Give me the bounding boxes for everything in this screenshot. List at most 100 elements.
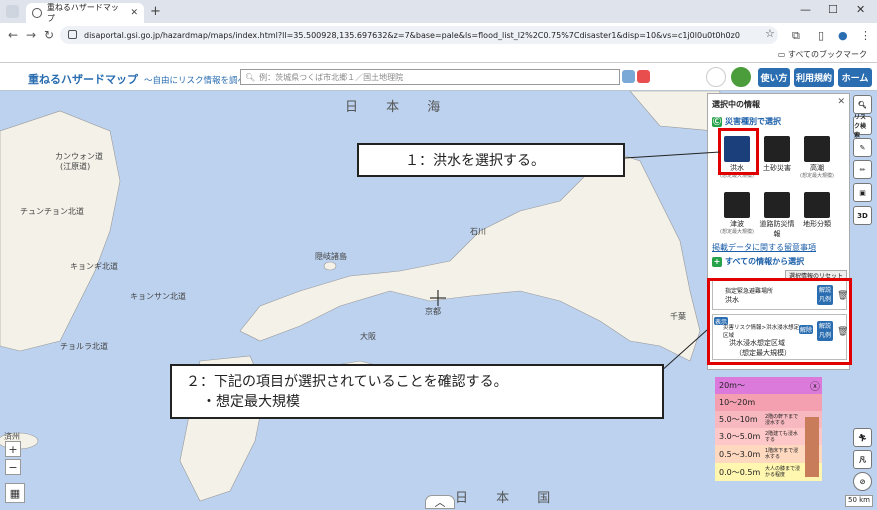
legend-close-icon[interactable]: ⓧ (810, 378, 820, 393)
disaster-label-road: 道路防災情報 (759, 220, 795, 238)
place-label: チュンチョン北道 (20, 207, 84, 216)
back-icon[interactable]: ← (8, 28, 18, 42)
briefcase-icon[interactable]: ▣ (853, 183, 872, 202)
compass-icon[interactable]: ⊘ (853, 472, 872, 491)
place-label: 隠岐諸島 (315, 252, 347, 261)
tab-search-icon[interactable] (6, 5, 19, 18)
disaster-label-terrain: 地形分類 (803, 220, 831, 228)
all-info-label: すべての情報から選択 (725, 257, 805, 266)
flood-depth-legend: 20m〜 ⓧ 10〜20m 5.0〜10m 2階の軒下まで浸水する 3.0〜5.0m… (715, 377, 822, 481)
place-label: (江原道) (60, 162, 91, 171)
tsunami-icon[interactable] (724, 192, 750, 218)
place-label: 石川 (470, 227, 486, 236)
road-disaster-icon[interactable] (764, 192, 790, 218)
house-illustration-icon (805, 417, 819, 477)
app-header: 重ねるハザードマップ 〜自由にリスク情報を調べる〜 🔍︎ 例：茨城県つくば市北郷１… (0, 63, 877, 91)
notice-link[interactable]: 掲載データに関する留意事項 (712, 242, 816, 253)
all-bookmarks-label: すべてのブックマーク (787, 50, 867, 59)
legend-label: 0.0〜0.5m (719, 467, 761, 477)
url-field[interactable]: disaportal.gsi.go.jp/hazardmap/maps/inde… (60, 26, 778, 44)
layer-switch-icon[interactable]: ▦ (5, 483, 25, 503)
callout-step2-line2: ・想定最大規模 (202, 394, 300, 410)
terms-button[interactable]: 利用規約 (794, 68, 834, 87)
legend-note: 大人の膝まで浸かる程度 (765, 466, 801, 478)
address-search-input[interactable]: 🔍︎ 例：茨城県つくば市北郷１／国土地理院 (240, 69, 620, 85)
place-label: 千葉 (670, 312, 686, 321)
legend-note: 2階建ても浸水する (765, 430, 798, 443)
forward-icon[interactable]: → (26, 28, 36, 42)
site-info-icon[interactable] (68, 30, 77, 39)
place-label: 大阪 (360, 332, 376, 341)
home-button[interactable]: ホーム (838, 68, 872, 87)
callout-step1: １：洪水を選択する。 (357, 143, 625, 177)
disaster-label-landslide: 土砂災害 (763, 164, 791, 172)
sea-label-japan: 日 本 海 (345, 100, 453, 115)
callout-step1-text: １：洪水を選択する。 (405, 153, 545, 169)
disaster-sub-tsunami: (想定最大規模) (720, 229, 754, 235)
tab-title: 重ねるハザードマップ (46, 3, 119, 23)
zoom-in-button[interactable]: + (5, 441, 21, 457)
terrain-icon[interactable] (804, 192, 830, 218)
land-label-japan: 日 本 国 (455, 491, 563, 506)
globe-icon (32, 8, 42, 18)
draw-icon[interactable]: ✏ (853, 160, 872, 179)
place-label: キョンギ北道 (70, 262, 118, 271)
landslide-icon[interactable] (764, 136, 790, 162)
tab-hazardmap[interactable]: 重ねるハザードマップ ✕ (26, 3, 144, 23)
legend-label: 20m〜 (719, 381, 745, 390)
close-window-icon[interactable]: ✕ (856, 3, 865, 16)
address-bar: ← → ↻ disaportal.gsi.go.jp/hazardmap/map… (0, 23, 877, 47)
legend-label: 10〜20m (719, 398, 756, 407)
by-type-header[interactable]: Ⓒ 災害種別で選択 (712, 116, 781, 127)
highlight-flood-button (718, 128, 759, 175)
cabinet-office-logo[interactable] (706, 67, 726, 87)
legend-note: 2階の軒下まで浸水する (765, 413, 799, 426)
close-tab-icon[interactable]: ✕ (130, 8, 138, 18)
by-type-label: 災害種別で選択 (725, 117, 781, 126)
reload-icon[interactable]: ↻ (44, 28, 54, 42)
panel-close-icon[interactable]: ✕ (837, 97, 845, 107)
legend-label: 0.5〜3.0m (719, 449, 761, 459)
menu-icon[interactable]: ⋮ (860, 29, 871, 42)
legend-row: 20m〜 ⓧ (715, 377, 822, 394)
callout-step2-line1: ２：下記の項目が選択されていることを確認する。 (186, 374, 508, 390)
pencil-icon[interactable]: ✎ (853, 138, 872, 157)
search-placeholder: 例：茨城県つくば市北郷１／国土地理院 (259, 72, 404, 82)
3d-button[interactable]: 3D (853, 206, 872, 225)
sidepanel-icon[interactable]: ▯ (818, 29, 824, 42)
storm-surge-icon[interactable] (804, 136, 830, 162)
clear-search-icon[interactable] (637, 70, 650, 83)
minimize-icon[interactable]: — (800, 3, 811, 16)
zoom-out-button[interactable]: − (5, 459, 21, 475)
legend-label: 5.0〜10m (719, 415, 758, 424)
new-tab-icon[interactable]: + (150, 4, 161, 19)
extensions-icon[interactable]: ⧉ (792, 29, 800, 43)
profile-icon[interactable]: ● (838, 29, 848, 42)
bookmarks-bar: ▭ すべてのブックマーク (0, 47, 877, 63)
app-title: 重ねるハザードマップ (28, 73, 138, 86)
app-logo[interactable]: 重ねるハザードマップ 〜自由にリスク情報を調べる〜 (28, 71, 263, 87)
gsi-logo[interactable] (731, 67, 751, 87)
legend-label: 3.0〜5.0m (719, 432, 761, 441)
place-label: キョンサン北道 (130, 292, 186, 301)
bookmark-star-icon[interactable]: ☆ (765, 27, 775, 40)
map-scale: 50 km (845, 495, 873, 507)
evacuation-icon[interactable]: 🏃︎ (853, 428, 872, 447)
all-bookmarks[interactable]: ▭ すべてのブックマーク (778, 49, 867, 60)
callout-step2: ２：下記の項目が選択されていることを確認する。 ・想定最大規模 (170, 364, 664, 419)
disaster-sub-surge: (想定最大規模) (800, 173, 834, 179)
risk-search-button[interactable]: リスク検索 (853, 114, 872, 139)
place-label: 京都 (425, 307, 441, 316)
legend-note: 1階床下まで浸水する (765, 448, 799, 460)
plus-icon: + (712, 256, 722, 267)
browser-tab-bar: 重ねるハザードマップ ✕ + — ☐ ✕ (0, 0, 877, 23)
expand-panel-icon[interactable]: ︿ (425, 495, 455, 509)
legend-row: 10〜20m (715, 394, 822, 411)
panel-title: 選択中の情報 (712, 100, 760, 109)
maximize-icon[interactable]: ☐ (828, 3, 838, 16)
howto-button[interactable]: 使い方 (758, 68, 790, 87)
highlight-selected-layers (707, 278, 852, 365)
search-go-icon[interactable] (622, 70, 635, 83)
legend-icon[interactable]: 凡 (853, 450, 872, 469)
all-info-header[interactable]: + すべての情報から選択 (712, 256, 804, 267)
